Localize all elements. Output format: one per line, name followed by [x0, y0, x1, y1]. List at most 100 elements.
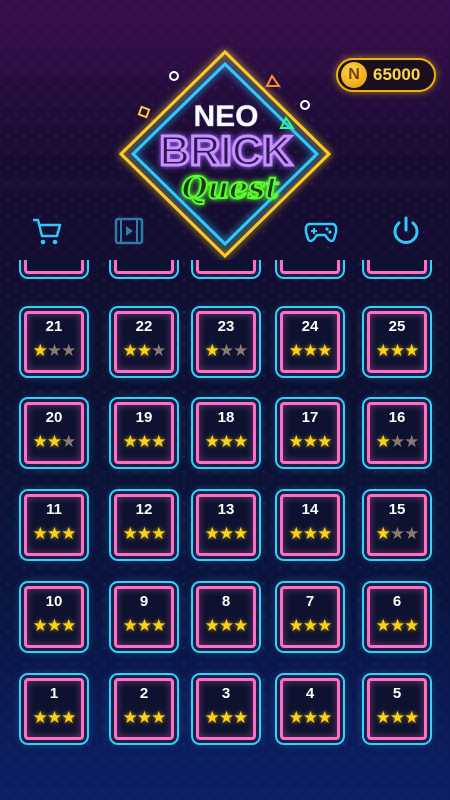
level-tile[interactable]: 17 ★★★: [280, 402, 340, 464]
star-icon: ★: [404, 341, 419, 360]
star-icon: ★: [61, 341, 76, 360]
star-icon: ★: [204, 432, 220, 451]
star-icon: ★: [317, 524, 332, 543]
level-tile[interactable]: 20 ★★★: [24, 402, 84, 464]
star-icon: ★: [151, 708, 166, 727]
level-stars: ★★★: [283, 525, 337, 542]
level-number: 8: [221, 593, 231, 610]
star-icon: ★: [317, 432, 332, 451]
star-icon: ★: [204, 341, 220, 360]
level-stars: ★★★: [199, 709, 253, 726]
coin-icon: N: [341, 62, 367, 88]
level-grid: 21 ★★★ 22 ★★★ 23 ★★★ 24 ★★★ 25 ★★★ 20 ★★★ 19 ★★★ 18 ★★★…: [0, 260, 450, 800]
level-stars: ★★★: [117, 617, 171, 634]
level-number: 10: [45, 593, 63, 610]
star-icon: ★: [404, 616, 419, 635]
power-icon[interactable]: [389, 214, 423, 248]
level-tile-partial[interactable]: [114, 260, 174, 274]
star-icon: ★: [136, 432, 152, 451]
level-stars: ★★★: [199, 525, 253, 542]
star-icon: ★: [375, 616, 391, 635]
star-icon: ★: [375, 708, 391, 727]
level-tile[interactable]: 8 ★★★: [196, 586, 256, 648]
star-icon: ★: [302, 524, 318, 543]
star-icon: ★: [46, 616, 62, 635]
gamepad-icon[interactable]: [304, 214, 338, 248]
level-tile[interactable]: 21 ★★★: [24, 311, 84, 373]
level-stars: ★★★: [283, 617, 337, 634]
level-number: 14: [301, 501, 319, 518]
star-icon: ★: [317, 616, 332, 635]
circle-deco-icon: [169, 71, 179, 81]
level-tile[interactable]: 10 ★★★: [24, 586, 84, 648]
level-number: 17: [301, 409, 319, 426]
level-tile[interactable]: 24 ★★★: [280, 311, 340, 373]
star-icon: ★: [218, 708, 234, 727]
level-stars: ★★★: [27, 617, 81, 634]
level-tile[interactable]: 2 ★★★: [114, 678, 174, 740]
star-icon: ★: [389, 341, 405, 360]
star-icon: ★: [375, 432, 391, 451]
star-icon: ★: [46, 524, 62, 543]
level-tile[interactable]: 5 ★★★: [367, 678, 427, 740]
level-tile[interactable]: 6 ★★★: [367, 586, 427, 648]
star-icon: ★: [32, 524, 48, 543]
star-icon: ★: [151, 432, 166, 451]
star-icon: ★: [32, 616, 48, 635]
level-stars: ★★★: [117, 709, 171, 726]
level-number: 3: [221, 685, 231, 702]
level-number: 9: [139, 593, 149, 610]
level-tile[interactable]: 12 ★★★: [114, 494, 174, 556]
level-tile[interactable]: 4 ★★★: [280, 678, 340, 740]
star-icon: ★: [288, 524, 304, 543]
level-number: 19: [135, 409, 153, 426]
logo-brick: BRICK: [160, 127, 293, 174]
level-tile[interactable]: 25 ★★★: [367, 311, 427, 373]
level-number: 23: [217, 318, 235, 335]
video-icon[interactable]: [112, 214, 146, 248]
level-tile[interactable]: 7 ★★★: [280, 586, 340, 648]
level-number: 20: [45, 409, 63, 426]
coin-balance[interactable]: N 65000: [336, 58, 436, 92]
star-icon: ★: [151, 341, 166, 360]
level-stars: ★★★: [27, 709, 81, 726]
level-tile[interactable]: 18 ★★★: [196, 402, 256, 464]
level-tile[interactable]: 1 ★★★: [24, 678, 84, 740]
level-tile-partial[interactable]: [280, 260, 340, 274]
level-stars: ★★★: [283, 709, 337, 726]
level-tile[interactable]: 16 ★★★: [367, 402, 427, 464]
cart-icon[interactable]: [30, 214, 64, 248]
star-icon: ★: [32, 341, 48, 360]
level-tile[interactable]: 3 ★★★: [196, 678, 256, 740]
star-icon: ★: [389, 432, 405, 451]
level-stars: ★★★: [283, 433, 337, 450]
level-number: 6: [392, 593, 402, 610]
level-tile[interactable]: 19 ★★★: [114, 402, 174, 464]
level-number: 16: [388, 409, 406, 426]
star-icon: ★: [233, 432, 248, 451]
level-tile-partial[interactable]: [196, 260, 256, 274]
star-icon: ★: [32, 708, 48, 727]
level-tile[interactable]: 15 ★★★: [367, 494, 427, 556]
level-stars: ★★★: [27, 433, 81, 450]
level-tile[interactable]: 13 ★★★: [196, 494, 256, 556]
level-number: 22: [135, 318, 153, 335]
level-stars: ★★★: [370, 709, 424, 726]
star-icon: ★: [122, 524, 138, 543]
level-tile-partial[interactable]: [367, 260, 427, 274]
star-icon: ★: [288, 708, 304, 727]
level-tile[interactable]: 23 ★★★: [196, 311, 256, 373]
star-icon: ★: [136, 524, 152, 543]
level-stars: ★★★: [370, 525, 424, 542]
level-tile[interactable]: 11 ★★★: [24, 494, 84, 556]
coin-amount: 65000: [373, 65, 421, 84]
star-icon: ★: [317, 708, 332, 727]
level-tile[interactable]: 22 ★★★: [114, 311, 174, 373]
level-stars: ★★★: [27, 342, 81, 359]
level-tile[interactable]: 14 ★★★: [280, 494, 340, 556]
star-icon: ★: [389, 524, 405, 543]
star-icon: ★: [233, 616, 248, 635]
level-number: 7: [305, 593, 315, 610]
level-tile[interactable]: 9 ★★★: [114, 586, 174, 648]
level-tile-partial[interactable]: [24, 260, 84, 274]
